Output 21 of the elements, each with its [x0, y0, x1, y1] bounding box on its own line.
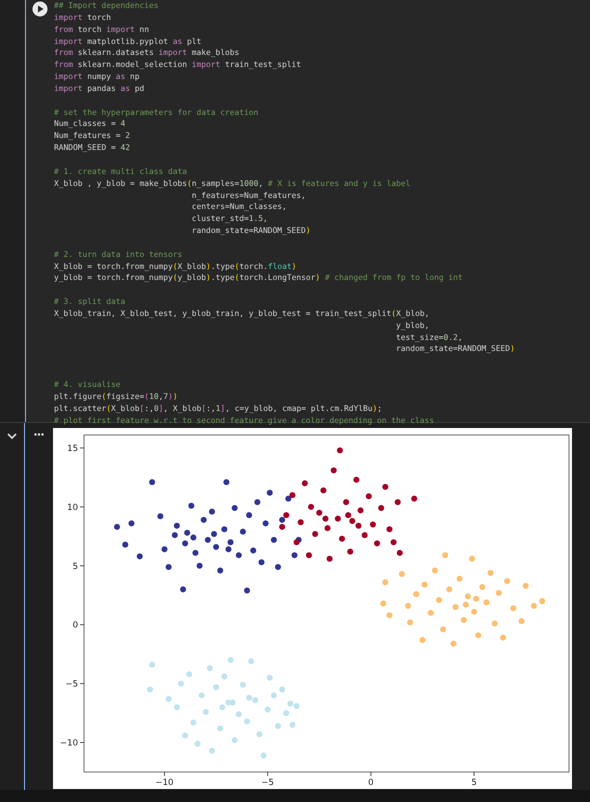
more-icon[interactable]	[34, 433, 44, 436]
tick-mark	[80, 565, 84, 566]
tick-mark	[80, 506, 84, 508]
tick-label: −5	[261, 778, 274, 788]
tick-label: 15	[67, 444, 78, 454]
tick-label: −10	[60, 738, 78, 749]
tick-mark	[80, 624, 84, 626]
tick-mark	[267, 772, 268, 776]
tick-label: 5	[72, 562, 78, 572]
tick-label: 5	[471, 778, 477, 788]
tick-label: 0	[368, 778, 374, 788]
tick-mark	[80, 683, 84, 684]
tick-label: 0	[72, 620, 78, 631]
chevron-down-icon[interactable]	[7, 433, 17, 440]
tick-mark	[164, 772, 165, 776]
tick-label: −5	[65, 680, 78, 690]
tick-label: 10	[67, 502, 78, 513]
tick-mark	[80, 742, 84, 743]
tick-mark	[370, 772, 372, 776]
tick-label: −10	[156, 778, 174, 788]
run-button[interactable]	[32, 1, 48, 17]
